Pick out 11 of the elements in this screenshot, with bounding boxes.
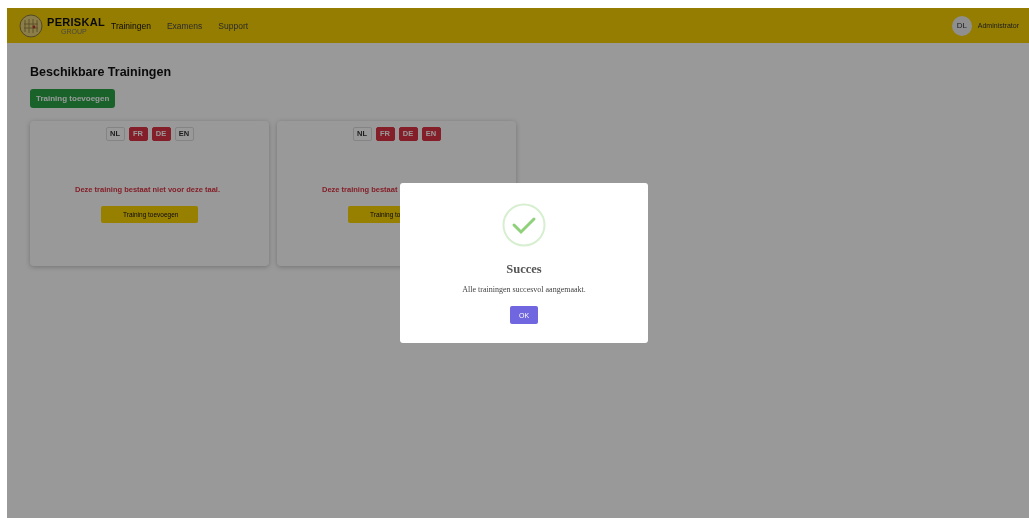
nav-link[interactable]: Trainingen [111,20,151,31]
brand-name: PERISKAL [47,16,106,28]
page-title: Beschikbare Trainingen [30,65,173,79]
add-training-button[interactable]: Training toevoegen [30,89,116,108]
dialog-title: Succes [506,262,542,277]
nav-link[interactable]: Support [218,20,249,31]
checkmark-icon [502,203,546,247]
nav-link[interactable]: Examens [166,20,203,31]
user-avatar[interactable]: DL [951,15,972,36]
logo-icon [19,13,43,38]
dialog-message: Alle trainingen succesvol aangemaakt. [462,285,586,294]
